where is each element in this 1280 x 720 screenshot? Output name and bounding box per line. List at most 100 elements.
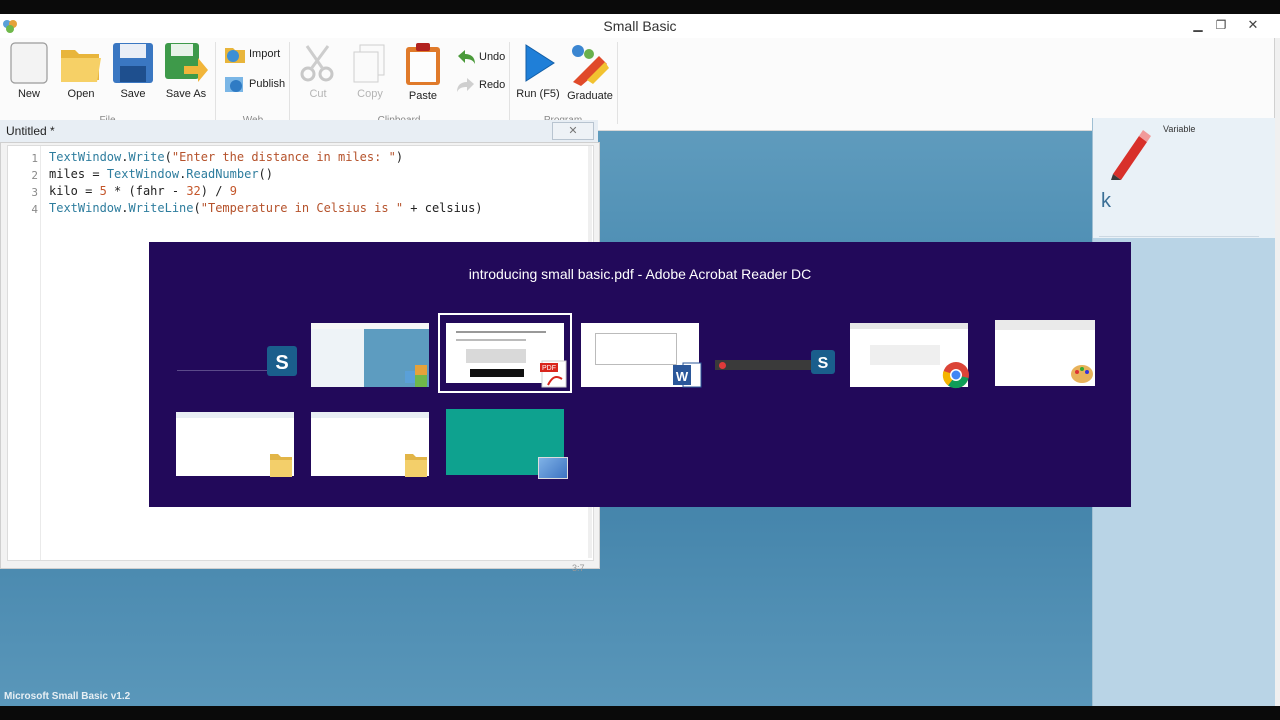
thumbnail-toolbar bbox=[176, 412, 294, 418]
ribbon-separator bbox=[509, 42, 510, 124]
window-thumbnail-paint[interactable] bbox=[995, 320, 1095, 386]
code-token-number: 32 bbox=[186, 184, 201, 198]
code-token: = bbox=[85, 167, 107, 181]
window-thumbnail-desktop[interactable] bbox=[446, 409, 568, 479]
code-token: = bbox=[77, 184, 100, 198]
code-token: () bbox=[258, 167, 273, 181]
svg-text:S: S bbox=[275, 352, 288, 374]
open-button[interactable]: Open bbox=[57, 42, 105, 100]
ribbon-toolbar: New Open Save Save As File bbox=[0, 38, 1274, 131]
import-icon bbox=[225, 48, 245, 63]
window-thumbnail-snagit-editor[interactable]: S bbox=[177, 346, 297, 376]
code-token-object: TextWindow bbox=[106, 167, 180, 181]
document-title: Untitled * bbox=[6, 124, 55, 138]
save-button[interactable]: Save bbox=[109, 42, 157, 100]
copy-button[interactable]: Copy bbox=[346, 42, 394, 100]
app-window: Small Basic ▁ ❐ ✕ New Open Save Save As … bbox=[0, 14, 1280, 706]
new-file-icon bbox=[10, 42, 48, 84]
code-token: ) / bbox=[200, 184, 230, 198]
save-as-icon bbox=[165, 43, 208, 82]
record-icon bbox=[719, 362, 726, 369]
scissors-icon bbox=[300, 45, 334, 82]
ribbon-separator bbox=[617, 42, 618, 124]
import-button[interactable]: Import bbox=[224, 44, 280, 64]
folder-open-icon bbox=[61, 50, 101, 82]
save-as-label: Save As bbox=[165, 88, 207, 100]
code-token-method: WriteLine bbox=[128, 201, 194, 215]
thumbnail-toolbar bbox=[995, 320, 1095, 330]
window-thumbnail-acrobat-selected[interactable]: PDF bbox=[438, 313, 572, 393]
save-as-button[interactable]: Save As bbox=[162, 42, 210, 100]
code-token-number: 9 bbox=[229, 184, 237, 198]
code-token-string: "Enter the distance in miles: " bbox=[171, 150, 396, 164]
code-token-method: ReadNumber bbox=[186, 167, 259, 181]
code-token-variable: kilo bbox=[49, 184, 78, 198]
document-tab[interactable]: Untitled * ✕ bbox=[0, 120, 598, 142]
snagit-icon: S bbox=[811, 350, 835, 374]
window-thumbnail-word[interactable]: W bbox=[581, 323, 702, 388]
publish-button[interactable]: Publish bbox=[224, 74, 285, 94]
code-line-4: TextWindow.WriteLine("Temperature in Cel… bbox=[49, 201, 483, 215]
undo-button[interactable]: Undo bbox=[456, 48, 505, 66]
code-token: * ( bbox=[106, 184, 136, 198]
open-label: Open bbox=[67, 88, 95, 100]
cursor-position: 3:7 bbox=[572, 563, 585, 573]
close-window-button[interactable]: ✕ bbox=[1242, 16, 1264, 34]
copy-icon bbox=[353, 44, 385, 83]
code-token-object: TextWindow bbox=[49, 150, 122, 164]
line-number: 1 bbox=[31, 152, 38, 165]
thumbnail-dialog bbox=[870, 345, 940, 365]
svg-text:W: W bbox=[676, 369, 689, 384]
window-thumbnail-small-basic[interactable] bbox=[311, 323, 429, 387]
line-number: 4 bbox=[31, 203, 38, 216]
paint-palette-icon bbox=[1071, 365, 1093, 383]
window-thumbnail-explorer-2[interactable] bbox=[311, 412, 429, 477]
cut-button[interactable]: Cut bbox=[294, 42, 342, 100]
ribbon-separator bbox=[215, 42, 216, 124]
run-button[interactable]: Run (F5) bbox=[513, 42, 563, 100]
graduate-button[interactable]: Graduate bbox=[566, 42, 614, 102]
redo-button[interactable]: Redo bbox=[456, 76, 505, 94]
copy-label: Copy bbox=[357, 88, 383, 100]
panel-divider bbox=[1099, 236, 1259, 237]
window-title: Small Basic bbox=[603, 18, 677, 34]
code-line-2: miles = TextWindow.ReadNumber() bbox=[49, 167, 273, 181]
redo-icon bbox=[457, 78, 474, 92]
thumbnail-text-line bbox=[456, 339, 526, 341]
paste-button[interactable]: Paste bbox=[399, 42, 447, 102]
task-switcher: introducing small basic.pdf - Adobe Acro… bbox=[149, 242, 1131, 507]
window-thumbnail-chrome[interactable] bbox=[850, 323, 969, 389]
thumbnail-figure bbox=[466, 349, 526, 363]
new-label: New bbox=[17, 88, 40, 100]
graduate-icon bbox=[572, 45, 609, 86]
code-token: ( bbox=[164, 150, 172, 164]
minimize-button[interactable]: ▁ bbox=[1187, 16, 1209, 34]
thumbnail-table bbox=[595, 333, 677, 365]
code-token-variable: fahr bbox=[135, 184, 165, 198]
variable-info-area: Variable k bbox=[1093, 118, 1275, 238]
small-basic-app-icon bbox=[405, 365, 427, 387]
desktop-icon bbox=[538, 457, 568, 479]
code-token: ) bbox=[395, 150, 404, 164]
restore-button[interactable]: ❐ bbox=[1210, 16, 1232, 34]
window-thumbnail-snagit-capture[interactable]: S bbox=[715, 350, 835, 380]
document-close-button[interactable]: ✕ bbox=[552, 122, 594, 140]
capture-toolbar bbox=[715, 360, 811, 370]
line-number-gutter: 1 2 3 4 bbox=[8, 146, 41, 560]
code-token-method: Write bbox=[128, 150, 165, 164]
new-button[interactable]: New bbox=[5, 42, 53, 100]
pencil-icon bbox=[1111, 130, 1151, 180]
code-token-object: TextWindow bbox=[49, 201, 122, 215]
folder-icon bbox=[270, 454, 292, 477]
undo-icon bbox=[458, 50, 475, 64]
code-token: - bbox=[164, 184, 187, 198]
undo-label: Undo bbox=[479, 51, 506, 63]
code-token-number: 5 bbox=[99, 184, 107, 198]
code-line-3: kilo = 5 * (fahr - 32) / 9 bbox=[49, 184, 237, 198]
window-thumbnail-explorer-1[interactable] bbox=[176, 412, 294, 477]
publish-label: Publish bbox=[249, 78, 286, 90]
ribbon-separator bbox=[289, 42, 290, 124]
version-label: Microsoft Small Basic v1.2 bbox=[4, 691, 131, 702]
save-label: Save bbox=[120, 88, 146, 100]
chrome-icon bbox=[942, 362, 969, 389]
